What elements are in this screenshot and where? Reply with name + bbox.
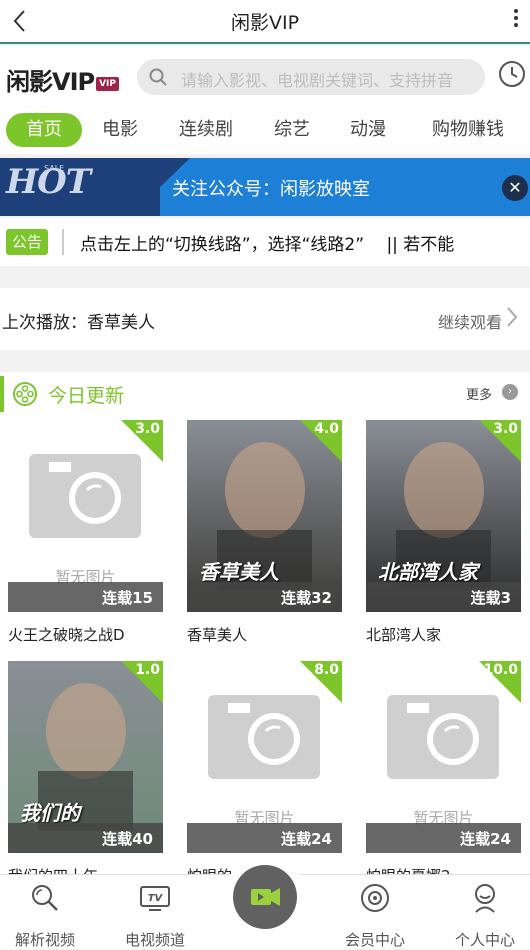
poster-title-art: 香草美人: [199, 560, 279, 584]
camera-play-icon: [251, 888, 280, 906]
today-updates-section: 今日更新 更多 › 暂无图片 3.0 连载15 火王之破晓之战D 香草美人 4.0 连载32…: [0, 372, 530, 885]
poster-title-art: 我们的: [20, 801, 80, 825]
member-icon: [361, 884, 389, 912]
last-played-label: 上次播放：香草美人: [2, 313, 155, 333]
tab-movies[interactable]: 电影: [92, 113, 148, 147]
page-title: 闲影VIP: [230, 12, 300, 34]
section-title: 今日更新: [48, 385, 125, 407]
image-placeholder-icon: [387, 695, 499, 779]
rating-badge: 3.0: [493, 421, 518, 437]
poster-title-art: 北部湾人家: [378, 560, 478, 584]
category-tabs: 首页 电影 连续剧 综艺 动漫 购物赚钱: [0, 108, 530, 154]
app-logo: 闲影VIP VIP: [6, 62, 120, 97]
search-icon: [149, 68, 167, 86]
tab-series[interactable]: 连续剧: [168, 113, 244, 147]
announcement-bar: 公告 点击左上的“切换线路”，选择“线路2” || 若不能: [0, 218, 530, 266]
clock-icon[interactable]: [498, 60, 526, 88]
announcement-text: 点击左上的“切换线路”，选择“线路2” || 若不能: [80, 235, 455, 255]
center-play-button[interactable]: [224, 856, 306, 938]
episode-status: 连载3: [470, 589, 511, 607]
episode-status-bar: 连载24: [366, 823, 521, 853]
video-poster: 香草美人 4.0 连载32: [187, 420, 342, 612]
divider: [62, 229, 64, 255]
chevron-right-icon: [506, 306, 518, 333]
sale-label: SALE: [44, 164, 65, 173]
video-poster: 暂无图片 3.0 连载15: [8, 420, 163, 612]
search-input[interactable]: 请输入影视、电视剧关键词、支持拼音: [137, 59, 485, 95]
promo-banner[interactable]: HOT SALE 关注公众号：闲影放映室 ✕: [0, 158, 530, 216]
episode-status-bar: 连载15: [8, 582, 163, 612]
last-played-row[interactable]: 上次播放：香草美人 继续观看: [0, 288, 530, 350]
video-card[interactable]: 香草美人 4.0 连载32 香草美人: [187, 420, 342, 650]
rating-badge: 8.0: [314, 662, 339, 678]
episode-status: 连载40: [102, 830, 153, 848]
video-poster: 暂无图片 10.0 连载24: [366, 661, 521, 853]
episode-status: 连载15: [102, 589, 153, 607]
tab-anime[interactable]: 动漫: [340, 113, 396, 147]
tv-icon: TV: [140, 886, 170, 911]
episode-status: 连载24: [281, 830, 332, 848]
tab-variety[interactable]: 综艺: [264, 113, 320, 147]
video-card[interactable]: 暂无图片 3.0 连载15 火王之破晓之战D: [8, 420, 163, 650]
video-card[interactable]: 暂无图片10.0连载24怕眼的夏娜2: [366, 661, 521, 891]
tab-personal-center[interactable]: 个人中心: [440, 875, 530, 950]
rating-badge: 4.0: [314, 421, 339, 437]
brand-search-row: 闲影VIP VIP 请输入影视、电视剧关键词、支持拼音: [0, 46, 530, 108]
episode-status: 连载24: [460, 830, 511, 848]
tab-label: 电视频道: [124, 931, 185, 949]
continue-watching-link[interactable]: 继续观看: [438, 309, 502, 333]
app-top-bar: 闲影VIP: [0, 0, 530, 44]
tab-home[interactable]: 首页: [6, 113, 82, 147]
film-reel-icon: [13, 382, 37, 406]
magnifier-icon: [32, 885, 58, 911]
video-poster: 北部湾人家 3.0 连载3: [366, 420, 521, 612]
tab-shopping[interactable]: 购物赚钱: [418, 113, 518, 147]
video-title: 香草美人: [187, 626, 248, 644]
close-icon[interactable]: ✕: [502, 175, 528, 201]
video-title: 火王之破晓之战D: [8, 626, 125, 644]
video-poster: 我们的 1.0 连载40: [8, 661, 163, 853]
tab-member-center[interactable]: 会员中心: [330, 875, 420, 950]
vip-badge: VIP: [96, 77, 120, 91]
svg-text:TV: TV: [148, 893, 164, 904]
rating-badge: 10.0: [483, 662, 518, 678]
episode-status-bar: 连载3: [366, 582, 521, 612]
video-poster: 暂无图片 8.0 连载24: [187, 661, 342, 853]
video-card[interactable]: 我们的1.0连载40我们的四十年: [8, 661, 163, 891]
tab-label: 个人中心: [454, 931, 515, 949]
user-icon: [475, 884, 495, 913]
video-title: 北部湾人家: [366, 626, 442, 644]
rating-badge: 1.0: [135, 662, 160, 678]
episode-status: 连载32: [281, 589, 332, 607]
image-placeholder-icon: [208, 695, 320, 779]
banner-text: 关注公众号：闲影放映室: [172, 179, 370, 200]
tab-label: 会员中心: [344, 931, 405, 949]
rating-badge: 3.0: [135, 421, 160, 437]
chevron-right-circle-icon[interactable]: ›: [502, 384, 518, 400]
image-placeholder-icon: [29, 454, 141, 538]
announcement-tag: 公告: [6, 229, 48, 255]
video-card[interactable]: 北部湾人家 3.0 连载3 北部湾人家: [366, 420, 521, 650]
more-link[interactable]: 更多: [466, 384, 492, 403]
episode-status-bar: 连载32: [187, 582, 342, 612]
episode-status-bar: 连载24: [187, 823, 342, 853]
episode-status-bar: 连载40: [8, 823, 163, 853]
search-placeholder: 请输入影视、电视剧关键词、支持拼音: [181, 71, 454, 90]
tab-label: 解析视频: [14, 931, 75, 949]
more-vertical-icon[interactable]: [510, 6, 522, 36]
tab-tv-channels[interactable]: TV 电视频道: [110, 875, 200, 950]
tab-parse-video[interactable]: 解析视频: [0, 875, 90, 950]
section-accent-bar: [0, 376, 4, 412]
